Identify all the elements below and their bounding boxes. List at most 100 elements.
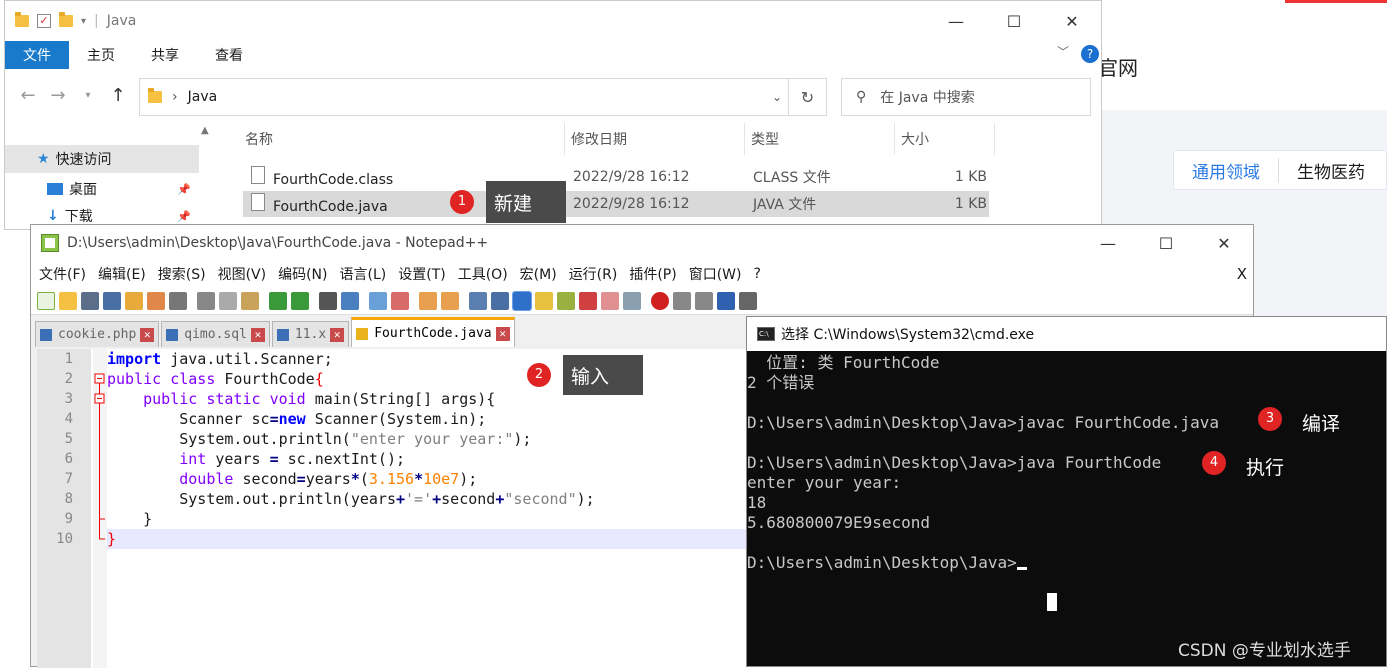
new-folder-icon[interactable]: [59, 12, 73, 27]
close-all-icon[interactable]: [147, 291, 165, 310]
console-line: 5.680800079E9second: [747, 513, 931, 532]
step-tooltip: 输入: [563, 355, 643, 395]
wrap-icon[interactable]: [469, 291, 487, 310]
menu-settings[interactable]: 设置(T): [398, 264, 445, 284]
sync-h-icon[interactable]: [441, 291, 459, 310]
tab-qimo-sql[interactable]: qimo.sql ✕: [161, 321, 270, 347]
redo-icon[interactable]: [291, 291, 309, 310]
menu-encoding[interactable]: 编码(N): [278, 264, 327, 284]
menu-search[interactable]: 搜索(S): [158, 264, 206, 284]
save-macro-icon[interactable]: [739, 291, 757, 310]
breadcrumb[interactable]: Java: [188, 89, 218, 105]
save-icon[interactable]: [81, 291, 99, 310]
scroll-up-icon[interactable]: ▲: [201, 125, 217, 136]
col-modified[interactable]: 修改日期: [565, 123, 745, 155]
udl-icon[interactable]: [535, 291, 553, 310]
close-doc-icon[interactable]: X: [1237, 265, 1247, 283]
close-tab-icon[interactable]: ✕: [330, 327, 345, 342]
back-icon[interactable]: ←: [13, 85, 43, 106]
sync-v-icon[interactable]: [419, 291, 437, 310]
minimize-icon[interactable]: —: [1079, 225, 1137, 261]
doc-map-icon[interactable]: [557, 291, 575, 310]
menu-edit[interactable]: 编辑(E): [98, 264, 146, 284]
code-editor[interactable]: 1 2 3 4 5 6 7 8 9 10 import java.util.Sc…: [37, 349, 749, 668]
open-file-icon[interactable]: [59, 291, 77, 310]
col-name[interactable]: 名称: [243, 123, 565, 155]
help-icon[interactable]: ?: [1081, 45, 1099, 63]
show-all-chars-icon[interactable]: [491, 291, 509, 310]
paste-icon[interactable]: [241, 291, 259, 310]
folder-workspace-icon[interactable]: [601, 291, 619, 310]
nav-desktop[interactable]: 桌面 📌: [47, 175, 199, 203]
nav-quick-access[interactable]: ★ 快速访问: [5, 145, 199, 173]
code-content[interactable]: import java.util.Scanner; public class Fo…: [107, 349, 595, 549]
tab-general[interactable]: 通用领域: [1174, 157, 1279, 183]
menu-language[interactable]: 语言(L): [340, 264, 387, 284]
address-dropdown-icon[interactable]: ⌄: [772, 90, 782, 104]
tab-biomed[interactable]: 生物医药: [1279, 158, 1383, 183]
function-list-icon[interactable]: [579, 291, 597, 310]
menu-window[interactable]: 窗口(W): [689, 264, 742, 284]
minimize-icon[interactable]: —: [927, 1, 985, 41]
stop-macro-icon[interactable]: [673, 291, 691, 310]
ribbon-expand-icon[interactable]: ﹀: [1057, 43, 1069, 60]
indent-guide-icon[interactable]: [512, 290, 532, 311]
tab-home[interactable]: 主页: [69, 41, 133, 69]
address-bar[interactable]: › Java ⌄ ↻: [139, 78, 827, 116]
monitor-icon[interactable]: [623, 291, 641, 310]
breadcrumb-arrow-icon[interactable]: ›: [172, 89, 178, 105]
maximize-icon[interactable]: ☐: [1137, 225, 1195, 261]
close-icon[interactable]: ✕: [1195, 225, 1253, 261]
record-macro-icon[interactable]: [651, 291, 669, 310]
play-macro-icon[interactable]: [695, 291, 713, 310]
properties-icon[interactable]: ✓: [37, 14, 51, 28]
col-size[interactable]: 大小: [895, 123, 995, 155]
close-tab-icon[interactable]: ✕: [495, 326, 510, 341]
fold-margin[interactable]: [93, 349, 107, 668]
menu-tools[interactable]: 工具(O): [458, 264, 508, 284]
recent-icon[interactable]: ▾: [73, 90, 103, 101]
window-controls: — ☐ ✕: [1079, 225, 1253, 261]
tab-file[interactable]: 文件: [5, 41, 69, 69]
find-icon[interactable]: [319, 291, 337, 310]
disk-icon: [166, 328, 179, 341]
close-icon[interactable]: ✕: [1043, 1, 1101, 41]
file-row-selected[interactable]: FourthCode.java 2022/9/28 16:12 JAVA 文件 …: [243, 191, 989, 217]
run-multiple-icon[interactable]: [717, 291, 735, 310]
menu-file[interactable]: 文件(F): [39, 264, 86, 284]
customize-arrow-icon[interactable]: ▾: [81, 16, 86, 27]
tab-11-x[interactable]: 11.x ✕: [271, 321, 350, 347]
menu-plugins[interactable]: 插件(P): [629, 264, 676, 284]
tab-fourthcode-java[interactable]: FourthCode.java ✕: [351, 317, 515, 347]
new-file-icon[interactable]: [37, 291, 55, 310]
forward-icon[interactable]: →: [43, 85, 73, 106]
search-input[interactable]: ⚲ 在 Java 中搜索: [841, 78, 1091, 116]
up-icon[interactable]: ↑: [103, 85, 133, 106]
tab-view[interactable]: 查看: [197, 41, 261, 69]
undo-icon[interactable]: [269, 291, 287, 310]
close-tab-icon[interactable]: ✕: [140, 327, 155, 342]
line-number: 1: [64, 351, 73, 367]
print-icon[interactable]: [169, 291, 187, 310]
file-row[interactable]: FourthCode.class 2022/9/28 16:12 CLASS 文…: [243, 164, 987, 190]
refresh-icon[interactable]: ↻: [788, 79, 826, 115]
tab-share[interactable]: 共享: [133, 41, 197, 69]
replace-icon[interactable]: [341, 291, 359, 310]
menu-run[interactable]: 运行(R): [569, 264, 618, 284]
tab-cookie-php[interactable]: cookie.php ✕: [35, 321, 160, 347]
menu-view[interactable]: 视图(V): [218, 264, 267, 284]
close-tab-icon[interactable]: ✕: [250, 327, 265, 342]
zoom-in-icon[interactable]: [369, 291, 387, 310]
zoom-out-icon[interactable]: [391, 291, 409, 310]
file-size: 1 KB: [954, 196, 987, 212]
col-type[interactable]: 类型: [745, 123, 895, 155]
copy-icon[interactable]: [219, 291, 237, 310]
console-output[interactable]: 位置: 类 FourthCode 2 个错误 D:\Users\admin\Desk…: [747, 351, 1386, 573]
cut-icon[interactable]: [197, 291, 215, 310]
save-all-icon[interactable]: [103, 291, 121, 310]
menu-macro[interactable]: 宏(M): [520, 264, 557, 284]
close-file-icon[interactable]: [125, 291, 143, 310]
line-number: 10: [56, 531, 73, 547]
menu-help[interactable]: ?: [754, 266, 761, 282]
maximize-icon[interactable]: ☐: [985, 1, 1043, 41]
